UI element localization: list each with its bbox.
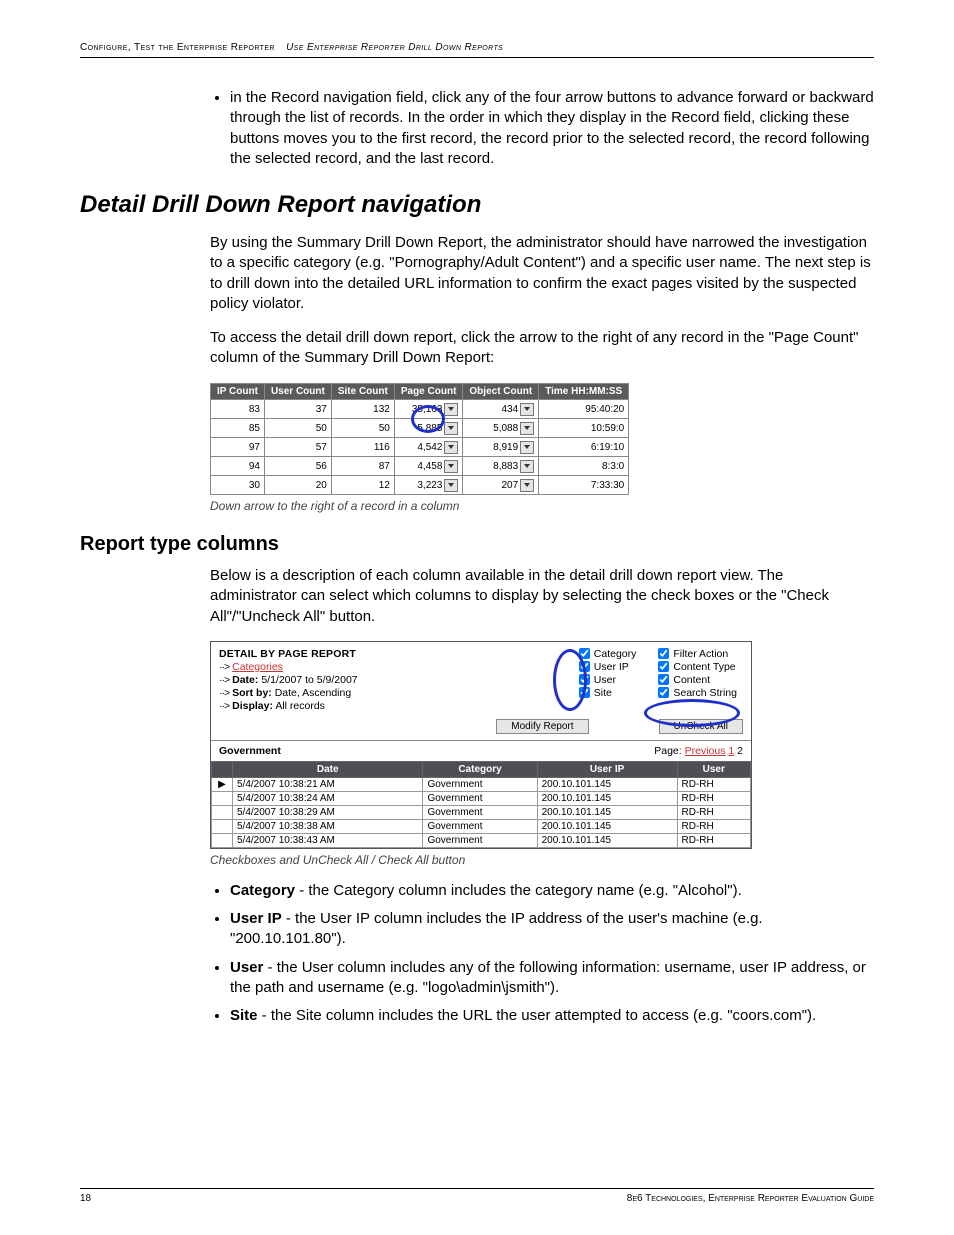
current-category: Government bbox=[219, 745, 281, 757]
modify-report-button[interactable]: Modify Report bbox=[496, 719, 588, 734]
count-table: IP Count User Count Site Count Page Coun… bbox=[210, 383, 629, 496]
page-number: 18 bbox=[80, 1193, 91, 1204]
dropdown-arrow-icon[interactable] bbox=[520, 460, 534, 473]
table-row[interactable]: 5/4/2007 10:38:24 AMGovernment200.10.101… bbox=[212, 791, 751, 805]
table-row: 3020123,2232077:33:30 bbox=[211, 476, 629, 495]
para-2: To access the detail drill down report, … bbox=[210, 328, 874, 369]
col-date[interactable]: Date bbox=[233, 761, 423, 777]
definition-item: Category - the Category column includes … bbox=[230, 881, 874, 901]
table-row: 833713235,16343495:40:20 bbox=[211, 400, 629, 419]
figure2-caption: Checkboxes and UnCheck All / Check All b… bbox=[210, 853, 874, 867]
checkbox-icon[interactable] bbox=[658, 661, 669, 672]
footer-right: 8e6 Technologies, Enterprise Reporter Ev… bbox=[627, 1193, 874, 1204]
dropdown-arrow-icon[interactable] bbox=[444, 460, 458, 473]
dropdown-arrow-icon[interactable] bbox=[444, 441, 458, 454]
table-row: 9456874,4588,8838:3:0 bbox=[211, 457, 629, 476]
column-checkbox[interactable]: Search String bbox=[658, 687, 737, 699]
col-userip[interactable]: User IP bbox=[537, 761, 677, 777]
dropdown-arrow-icon[interactable] bbox=[444, 403, 458, 416]
header-right: Use Enterprise Reporter Drill Down Repor… bbox=[286, 42, 503, 53]
checkbox-icon[interactable] bbox=[658, 687, 669, 698]
col-user[interactable]: User bbox=[677, 761, 750, 777]
table-row[interactable]: 5/4/2007 10:38:29 AMGovernment200.10.101… bbox=[212, 805, 751, 819]
section-heading: Detail Drill Down Report navigation bbox=[80, 191, 874, 219]
th-site[interactable]: Site Count bbox=[331, 383, 394, 400]
page-footer: 18 8e6 Technologies, Enterprise Reporter… bbox=[80, 1188, 874, 1204]
th-user[interactable]: User Count bbox=[264, 383, 331, 400]
detail-table: Date Category User IP User ▶5/4/2007 10:… bbox=[211, 761, 751, 848]
table-row[interactable]: ▶5/4/2007 10:38:21 AMGovernment200.10.10… bbox=[212, 777, 751, 791]
subsection-heading: Report type columns bbox=[80, 533, 874, 556]
dropdown-arrow-icon[interactable] bbox=[520, 403, 534, 416]
table-row: 97571164,5428,9196:19:10 bbox=[211, 438, 629, 457]
column-checkbox[interactable]: Content bbox=[658, 674, 737, 686]
dropdown-arrow-icon[interactable] bbox=[520, 441, 534, 454]
column-checkbox[interactable]: Filter Action bbox=[658, 648, 737, 660]
column-checkbox[interactable]: User bbox=[579, 674, 637, 686]
pager-prev[interactable]: Previous bbox=[685, 745, 726, 757]
table-row[interactable]: 5/4/2007 10:38:43 AMGovernment200.10.101… bbox=[212, 833, 751, 847]
checkbox-icon[interactable] bbox=[579, 687, 590, 698]
th-page[interactable]: Page Count bbox=[394, 383, 463, 400]
column-checkbox[interactable]: User IP bbox=[579, 661, 637, 673]
checkbox-icon[interactable] bbox=[579, 674, 590, 685]
header-left: Configure, Test the Enterprise Reporter bbox=[80, 42, 275, 53]
dropdown-arrow-icon[interactable] bbox=[520, 479, 534, 492]
col-category[interactable]: Category bbox=[423, 761, 537, 777]
running-header: Configure, Test the Enterprise Reporter … bbox=[80, 42, 874, 58]
definition-item: User IP - the User IP column includes th… bbox=[230, 909, 874, 950]
th-ip[interactable]: IP Count bbox=[211, 383, 265, 400]
dropdown-arrow-icon[interactable] bbox=[520, 422, 534, 435]
intro-bullet: in the Record navigation field, click an… bbox=[230, 88, 874, 169]
categories-link[interactable]: Categories bbox=[232, 661, 283, 673]
table-row: 8550505,8855,08810:59:0 bbox=[211, 419, 629, 438]
detail-panel: DETAIL BY PAGE REPORT ··>Categories ··>D… bbox=[210, 641, 752, 849]
para-3: Below is a description of each column av… bbox=[210, 566, 874, 627]
column-checkbox[interactable]: Site bbox=[579, 687, 637, 699]
checkbox-icon[interactable] bbox=[579, 661, 590, 672]
detail-title: DETAIL BY PAGE REPORT bbox=[219, 648, 579, 660]
checkbox-icon[interactable] bbox=[579, 648, 590, 659]
table-row[interactable]: 5/4/2007 10:38:38 AMGovernment200.10.101… bbox=[212, 819, 751, 833]
th-time[interactable]: Time HH:MM:SS bbox=[539, 383, 629, 400]
pager-1[interactable]: 1 bbox=[728, 745, 734, 757]
definition-item: Site - the Site column includes the URL … bbox=[230, 1006, 874, 1026]
column-checkbox[interactable]: Content Type bbox=[658, 661, 737, 673]
dropdown-arrow-icon[interactable] bbox=[444, 422, 458, 435]
uncheck-all-button[interactable]: UnCheck All bbox=[659, 719, 743, 734]
pager: Page: Previous 1 2 bbox=[654, 745, 743, 757]
dropdown-arrow-icon[interactable] bbox=[444, 479, 458, 492]
column-checkbox[interactable]: Category bbox=[579, 648, 637, 660]
para-1: By using the Summary Drill Down Report, … bbox=[210, 233, 874, 314]
checkbox-icon[interactable] bbox=[658, 674, 669, 685]
definition-item: User - the User column includes any of t… bbox=[230, 958, 874, 999]
th-object[interactable]: Object Count bbox=[463, 383, 539, 400]
figure1-caption: Down arrow to the right of a record in a… bbox=[210, 499, 874, 513]
checkbox-icon[interactable] bbox=[658, 648, 669, 659]
